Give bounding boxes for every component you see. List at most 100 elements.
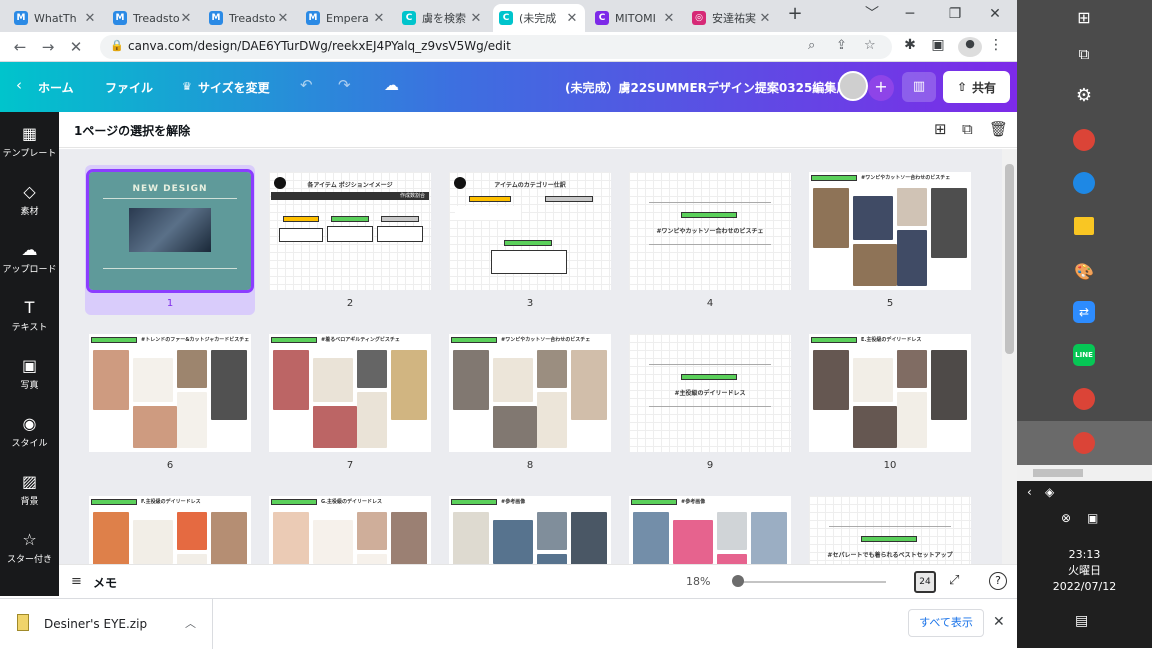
sidebar-item[interactable]: ▣ 写真 bbox=[0, 356, 59, 391]
grid-view-button[interactable]: 24 bbox=[914, 571, 936, 593]
tab-close-icon[interactable]: ✕ bbox=[565, 11, 579, 26]
home-button[interactable]: ホーム bbox=[38, 79, 74, 96]
deselect-pages-button[interactable]: 1ページの選択を解除 bbox=[74, 122, 190, 139]
task-view-icon[interactable]: ⧉ bbox=[1070, 40, 1098, 68]
page-thumbnail[interactable]: G.主役級のデイリードレス bbox=[269, 496, 431, 564]
teamviewer-icon[interactable]: ⇄ bbox=[1073, 301, 1095, 323]
taskbar-scrollbar[interactable] bbox=[1017, 465, 1152, 481]
show-all-downloads-button[interactable]: すべて表示 bbox=[908, 609, 984, 637]
download-item[interactable]: Desiner's EYE.zip ︿ bbox=[0, 599, 213, 649]
zoom-icon[interactable]: ⌕ bbox=[808, 38, 815, 53]
page-thumbnail[interactable]: #参考画像 bbox=[629, 496, 791, 564]
avatar[interactable] bbox=[838, 71, 868, 101]
page-thumbnail[interactable]: #ワンピやカットソー合わせのビスチェ bbox=[449, 334, 611, 452]
fullscreen-icon[interactable]: ⤢ bbox=[949, 573, 959, 588]
sidebar-item[interactable]: ☆ スター付き bbox=[0, 530, 59, 565]
tab[interactable]: M Treadsto ✕ bbox=[203, 4, 296, 32]
restore-icon[interactable]: ❐ bbox=[940, 4, 970, 24]
page-thumbnail[interactable]: #ワンピやカットソー合わせのビスチェ bbox=[809, 172, 971, 290]
grid-scrollbar[interactable] bbox=[1002, 149, 1017, 564]
extensions-icon[interactable]: ✱ bbox=[900, 37, 920, 53]
app-tray-icon[interactable]: ▣ bbox=[1087, 511, 1098, 525]
sidebar-item[interactable]: ▨ 背景 bbox=[0, 472, 59, 507]
redo-icon[interactable]: ↷ bbox=[338, 76, 351, 94]
tab-search-icon[interactable]: ﹀ bbox=[857, 4, 887, 24]
dropbox-icon[interactable]: ◈ bbox=[1045, 485, 1054, 499]
tab[interactable]: M WhatTh ✕ bbox=[8, 4, 103, 32]
chrome-active-icon[interactable] bbox=[1073, 432, 1095, 454]
zoom-slider-track[interactable] bbox=[736, 581, 886, 583]
document-title[interactable]: (未完成）虜22SUMMERデザイン提案0325編集用 bbox=[565, 79, 848, 96]
page-thumbnail[interactable]: E.主役級のデイリードレス bbox=[809, 334, 971, 452]
tab-close-icon[interactable]: ✕ bbox=[662, 11, 676, 26]
chrome-profile-icon[interactable] bbox=[1073, 388, 1095, 410]
add-page-icon[interactable]: ⊞ bbox=[934, 120, 947, 138]
chevron-up-icon[interactable]: ︿ bbox=[185, 615, 196, 631]
menu-icon[interactable]: ⋮ bbox=[986, 37, 1006, 53]
notifications-icon[interactable]: ▤ bbox=[1075, 613, 1088, 629]
sidebar-item[interactable]: T テキスト bbox=[0, 298, 59, 333]
page-thumbnail[interactable]: F.主役級のデイリードレス bbox=[89, 496, 251, 564]
line-icon[interactable]: LINE bbox=[1073, 344, 1095, 366]
page-thumbnail[interactable]: アイテムのカテゴリー仕訳 bbox=[449, 172, 611, 290]
sidebar-item[interactable]: ▦ テンプレート bbox=[0, 124, 59, 159]
tab-close-icon[interactable]: ✕ bbox=[758, 11, 772, 26]
status-icon[interactable]: ⊗ bbox=[1061, 511, 1071, 525]
add-collaborator-button[interactable]: + bbox=[868, 75, 894, 101]
sidebar-item[interactable]: ☁ アップロード bbox=[0, 240, 59, 275]
page-thumbnail[interactable]: #トレンドのファー&カットジャカードビスチェ bbox=[89, 334, 251, 452]
page-thumbnail[interactable]: NEW DESIGN bbox=[86, 169, 254, 293]
back-icon[interactable]: ← bbox=[10, 37, 30, 57]
clock[interactable]: 23:13 火曜日 2022/07/12 bbox=[1017, 547, 1152, 595]
zoom-level[interactable]: 18% bbox=[686, 575, 710, 588]
page-thumbnail[interactable]: #ワンピやカットソー合わせのビスチェ bbox=[629, 172, 791, 290]
sidepanel-icon[interactable]: ▣ bbox=[928, 37, 948, 53]
file-explorer-icon[interactable] bbox=[1074, 217, 1094, 235]
help-button[interactable]: ? bbox=[989, 572, 1007, 590]
cloud-sync-icon[interactable]: ☁ bbox=[384, 76, 399, 94]
forward-icon[interactable]: → bbox=[38, 37, 58, 57]
tab-close-icon[interactable]: ✕ bbox=[179, 11, 193, 26]
edge-icon[interactable] bbox=[1073, 172, 1095, 194]
tab[interactable]: C (未完成 ✕ bbox=[493, 4, 585, 32]
zoom-slider-knob[interactable] bbox=[732, 575, 744, 587]
page-thumbnail[interactable]: #参考画像 bbox=[449, 496, 611, 564]
settings-icon[interactable]: ⚙ bbox=[1070, 82, 1098, 110]
page-thumbnail[interactable]: 各アイテム ポジションイメージ 作成数割合 bbox=[269, 172, 431, 290]
tab-close-icon[interactable]: ✕ bbox=[372, 11, 386, 26]
undo-icon[interactable]: ↶ bbox=[300, 76, 313, 94]
bookmark-icon[interactable]: ☆ bbox=[864, 38, 876, 53]
stop-icon[interactable]: ✕ bbox=[66, 37, 86, 57]
new-tab-button[interactable]: + bbox=[780, 4, 810, 24]
resize-button[interactable]: サイズを変更 bbox=[198, 79, 270, 96]
profile-icon[interactable]: ● bbox=[958, 37, 982, 57]
file-menu-button[interactable]: ファイル bbox=[105, 79, 153, 96]
close-window-icon[interactable]: ✕ bbox=[980, 4, 1010, 24]
close-download-bar-icon[interactable]: ✕ bbox=[993, 614, 1005, 630]
chevron-left-icon[interactable]: ‹ bbox=[16, 76, 22, 94]
scrollbar-thumb[interactable] bbox=[1033, 469, 1083, 477]
trash-icon[interactable]: 🗑 bbox=[989, 120, 1008, 138]
tab[interactable]: M Empera ✕ bbox=[300, 4, 392, 32]
paint-icon[interactable]: 🎨 bbox=[1070, 258, 1098, 286]
insights-button[interactable]: ▥ bbox=[902, 72, 936, 102]
minimize-icon[interactable]: ─ bbox=[895, 4, 925, 24]
duplicate-page-icon[interactable]: ⧉ bbox=[962, 120, 973, 138]
tab-close-icon[interactable]: ✕ bbox=[83, 11, 97, 26]
sidebar-item[interactable]: ◇ 素材 bbox=[0, 182, 59, 217]
notes-button[interactable]: メモ bbox=[93, 574, 117, 591]
tab-close-icon[interactable]: ✕ bbox=[469, 11, 483, 26]
share-page-icon[interactable]: ⇪ bbox=[836, 38, 847, 53]
scrollbar-thumb[interactable] bbox=[1005, 164, 1014, 354]
tab[interactable]: C 虜を検索 ✕ bbox=[396, 4, 489, 32]
tab-close-icon[interactable]: ✕ bbox=[276, 11, 290, 26]
share-button[interactable]: ⇧ 共有 bbox=[943, 71, 1010, 103]
page-thumbnail[interactable]: #セパレートでも着られるベストセットアップ bbox=[809, 496, 971, 564]
tab[interactable]: M Treadsto ✕ bbox=[107, 4, 199, 32]
page-thumbnail[interactable]: #着るべロアギルティングビスチェ bbox=[269, 334, 431, 452]
page-thumbnail[interactable]: #主役級のデイリードレス bbox=[629, 334, 791, 452]
windows-start-icon[interactable]: ⊞ bbox=[1070, 4, 1098, 32]
tab[interactable]: C MITOMI ✕ bbox=[589, 4, 682, 32]
sidebar-item[interactable]: ◉ スタイル bbox=[0, 414, 59, 449]
tab[interactable]: ◎ 安達祐実 ✕ bbox=[686, 4, 778, 32]
